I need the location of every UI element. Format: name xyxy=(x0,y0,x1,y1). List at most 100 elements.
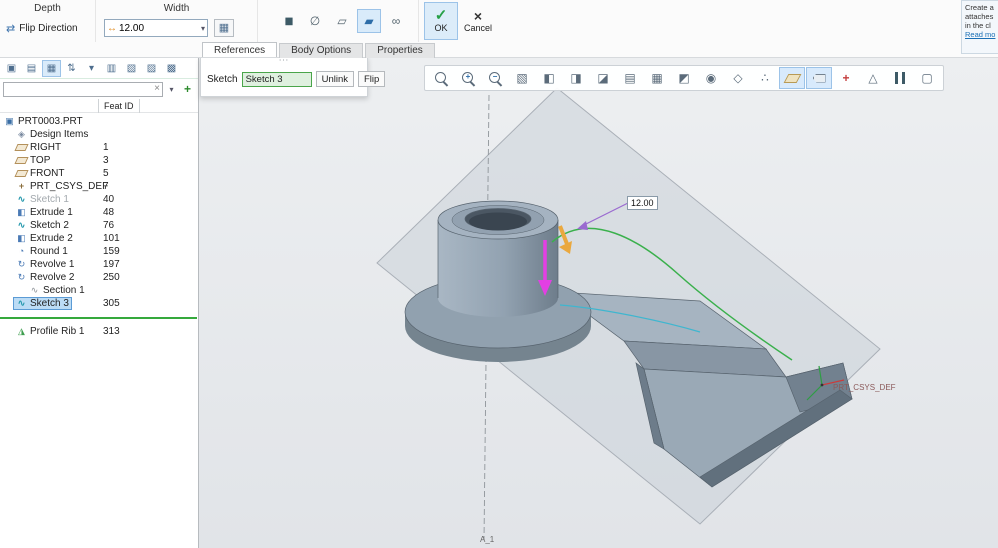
clear-search-icon[interactable]: × xyxy=(154,84,160,94)
pause-icon: ▮▮ xyxy=(284,16,291,27)
tree-item[interactable]: Extrude 2 101 xyxy=(0,232,198,245)
refit-icon[interactable] xyxy=(428,67,454,89)
model-tree-icon[interactable]: ▣ xyxy=(2,60,21,77)
tree-style-icon[interactable]: ▨ xyxy=(142,60,161,77)
tree-item-label: RIGHT xyxy=(30,142,61,153)
feat-id-value: 197 xyxy=(103,259,120,270)
ribbon: Depth ⇄ Flip Direction Width ↔ ▾ ▦ ▮▮ ∅ … xyxy=(0,0,998,58)
tree-item-label: Round 1 xyxy=(30,246,68,257)
appearances-icon[interactable]: ◉ xyxy=(698,67,724,89)
width-table-button[interactable]: ▦ xyxy=(214,19,234,37)
standard-view-icon[interactable]: ◩ xyxy=(671,67,697,89)
datum-plane-display-icon[interactable] xyxy=(779,67,805,89)
preview-attached-button[interactable]: ▰ xyxy=(357,9,381,33)
folder-browser-icon[interactable]: ▤ xyxy=(22,60,41,77)
tree-item[interactable]: PRT0003.PRT xyxy=(0,115,198,128)
tree-item[interactable]: TOP 3 xyxy=(0,154,198,167)
tab-body-options[interactable]: Body Options xyxy=(279,43,363,58)
unlink-button[interactable]: Unlink xyxy=(316,71,354,87)
named-views-icon[interactable]: ▤ xyxy=(617,67,643,89)
feature-icon xyxy=(4,116,15,127)
verify-button[interactable]: ∞ xyxy=(384,9,408,33)
ok-button[interactable]: ✓ OK xyxy=(424,2,458,40)
feat-id-value: 40 xyxy=(103,194,114,205)
sketch-setup-icon[interactable]: △ xyxy=(860,67,886,89)
zoom-in-icon[interactable]: + xyxy=(455,67,481,89)
shaded-view-icon[interactable]: ◧ xyxy=(536,67,562,89)
feature-icon xyxy=(14,170,28,177)
tree-item[interactable]: Revolve 2 250 xyxy=(0,271,198,284)
add-filter-icon[interactable]: + xyxy=(180,82,195,97)
tree-item[interactable]: Sketch 1 40 xyxy=(0,193,198,206)
tree-item[interactable]: RIGHT 1 xyxy=(0,141,198,154)
preview-unattached-button[interactable]: ▱ xyxy=(330,9,354,33)
tree-search-input[interactable] xyxy=(6,84,154,94)
depth-group: Depth ⇄ Flip Direction xyxy=(0,0,96,42)
perspective-icon[interactable]: ◇ xyxy=(725,67,751,89)
check-icon: ✓ xyxy=(435,9,448,23)
feature-icon xyxy=(16,194,27,205)
tree-item[interactable]: Section 1 xyxy=(0,284,198,297)
tree-item-label: PRT_CSYS_DEF xyxy=(30,181,108,192)
feat-id-column-header[interactable]: Feat ID xyxy=(98,99,140,113)
model-canvas[interactable] xyxy=(199,58,998,548)
tree-item[interactable]: Round 1 159 xyxy=(0,245,198,258)
cancel-button[interactable]: × Cancel xyxy=(461,2,495,40)
flip-direction-icon: ⇄ xyxy=(6,22,15,35)
datum-point-display-icon[interactable]: ∴ xyxy=(752,67,778,89)
width-dropdown-icon[interactable]: ▾ xyxy=(201,24,205,33)
tree-item-label: Sketch 2 xyxy=(30,220,69,231)
tree-sort-icon[interactable]: ▾ xyxy=(82,60,101,77)
feature-icon xyxy=(16,246,27,257)
no-preview-button[interactable]: ∅ xyxy=(303,9,327,33)
tree-item[interactable]: FRONT 5 xyxy=(0,167,198,180)
preview-unattached-icon: ▱ xyxy=(337,14,346,28)
display-style-icon[interactable]: ◨ xyxy=(563,67,589,89)
sketch-reference-field[interactable]: Sketch 3 xyxy=(242,72,312,87)
search-options-icon[interactable]: ▾ xyxy=(165,82,178,97)
layer-tree-icon[interactable]: ▥ xyxy=(102,60,121,77)
dimension-value[interactable]: 12.00 xyxy=(627,196,658,210)
feat-id-value: 250 xyxy=(103,272,120,283)
repaint-icon[interactable]: ▧ xyxy=(509,67,535,89)
tree-columns-icon[interactable]: ▦ xyxy=(42,60,61,77)
sketch-label: Sketch xyxy=(207,74,238,85)
tree-item[interactable]: Profile Rib 1 313 xyxy=(0,325,198,338)
ok-label: OK xyxy=(434,23,447,33)
flip-direction-button[interactable]: ⇄ Flip Direction xyxy=(6,22,78,35)
tree-item[interactable]: Revolve 1 197 xyxy=(0,258,198,271)
tree-item[interactable]: PRT_CSYS_DEF 7 xyxy=(0,180,198,193)
graphics-viewport[interactable]: + − ▧ ◧ ◨ ◪ xyxy=(199,58,998,548)
tree-item[interactable]: Extrude 1 48 xyxy=(0,206,198,219)
expand-all-icon[interactable]: ▧ xyxy=(122,60,141,77)
preview-attached-icon: ▰ xyxy=(364,14,373,28)
exit-fullscreen-icon[interactable]: ▢ xyxy=(914,67,940,89)
width-input[interactable] xyxy=(119,23,177,34)
help-line: in the cl xyxy=(965,21,998,30)
flip-button[interactable]: Flip xyxy=(358,71,385,87)
zoom-out-icon[interactable]: − xyxy=(482,67,508,89)
section-view-icon[interactable]: ◪ xyxy=(590,67,616,89)
tree-item-label: FRONT xyxy=(30,168,64,179)
axis-label[interactable]: A_1 xyxy=(480,535,494,544)
tree-item[interactable]: Design Items xyxy=(0,128,198,141)
csys-label[interactable]: PRT_CSYS_DEF xyxy=(833,383,896,392)
preview-group: ▮▮ ∅ ▱ ▰ ∞ xyxy=(266,0,419,42)
feat-id-value: 101 xyxy=(103,233,120,244)
read-more-link[interactable]: Read mo xyxy=(965,30,998,39)
tab-references[interactable]: References xyxy=(202,42,277,57)
close-icon: × xyxy=(474,9,482,23)
flip-direction-label: Flip Direction xyxy=(19,23,77,34)
pause-button[interactable]: ▮▮ xyxy=(276,9,300,33)
tree-item[interactable]: Sketch 3 305 xyxy=(0,297,198,310)
view-manager-icon[interactable]: ▦ xyxy=(644,67,670,89)
width-field[interactable]: ↔ ▾ xyxy=(104,19,208,37)
spin-center-icon[interactable]: + xyxy=(833,67,859,89)
tab-properties[interactable]: Properties xyxy=(365,43,435,58)
tree-search-box[interactable]: × xyxy=(3,82,163,97)
tree-item[interactable]: Sketch 2 76 xyxy=(0,219,198,232)
tree-options-icon[interactable]: ▩ xyxy=(162,60,181,77)
pause-icon[interactable] xyxy=(887,67,913,89)
annotation-display-icon[interactable] xyxy=(806,67,832,89)
tree-filter-icon[interactable]: ⇅ xyxy=(62,60,81,77)
